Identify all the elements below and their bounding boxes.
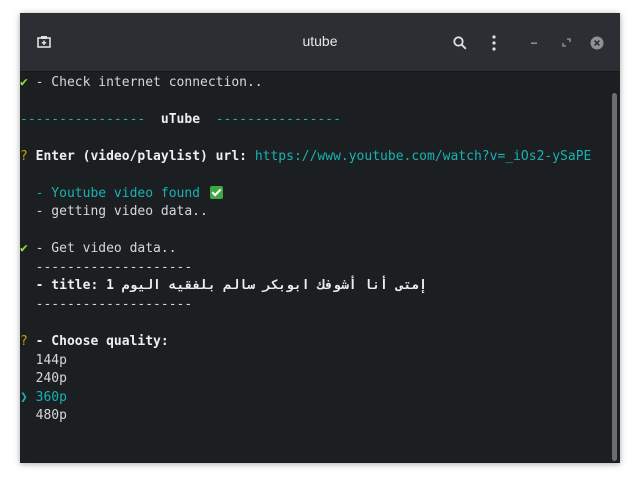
line-url-prompt: ? Enter (video/playlist) url: https://ww… — [20, 148, 591, 166]
banner-left: ---------------- — [20, 112, 146, 127]
minimize-icon[interactable] — [530, 42, 538, 45]
banner-title: uTube — [160, 112, 201, 127]
quality-option-480p[interactable]: 480p — [20, 407, 67, 425]
prompt-url: https://www.youtube.com/watch?v=_iOs2-yS… — [254, 149, 592, 164]
title-bar: utube — [20, 13, 620, 72]
quality-option-144p[interactable]: 144p — [20, 352, 67, 370]
maximize-icon[interactable] — [562, 38, 571, 47]
search-icon[interactable] — [453, 36, 467, 50]
line-get-video-data: ✔ - Get video data.. — [20, 241, 177, 256]
window-title: utube — [302, 33, 338, 49]
question-mark-icon: ? — [20, 149, 28, 164]
line-choose-quality: ? - Choose quality: — [20, 334, 169, 349]
line-check-internet: ✔ - Check internet connection.. — [20, 75, 263, 90]
check-mark-icon: ✔ — [20, 241, 28, 256]
pointer-icon: ❯ — [20, 390, 28, 405]
check-box-icon — [209, 186, 223, 199]
quality-option-360p[interactable]: ❯ 360p — [20, 389, 67, 407]
terminal-output[interactable]: ✔ - Check internet connection.. --------… — [20, 72, 612, 463]
terminal-window: utube ✔ - Check internet connection.. --… — [20, 13, 620, 463]
kebab-menu-icon[interactable] — [491, 35, 497, 51]
check-mark-icon: ✔ — [20, 75, 28, 90]
line-video-title: - title: إمتى أنا أشوفك ابوبكر سالم بلفق… — [20, 278, 427, 293]
line-getting-data: - getting video data.. — [20, 204, 208, 219]
scrollbar[interactable] — [612, 93, 617, 461]
separator-bottom: -------------------- — [20, 297, 193, 312]
banner-line: ---------------- uTube ---------------- — [20, 111, 341, 129]
line-video-found: - Youtube video found — [20, 185, 223, 203]
separator-top: -------------------- — [20, 260, 193, 275]
banner-right: ---------------- — [215, 112, 341, 127]
prompt-label: Enter (video/playlist) url: — [27, 149, 255, 164]
close-icon[interactable] — [590, 36, 604, 50]
question-mark-icon: ? — [20, 334, 28, 349]
quality-option-240p[interactable]: 240p — [20, 370, 67, 388]
